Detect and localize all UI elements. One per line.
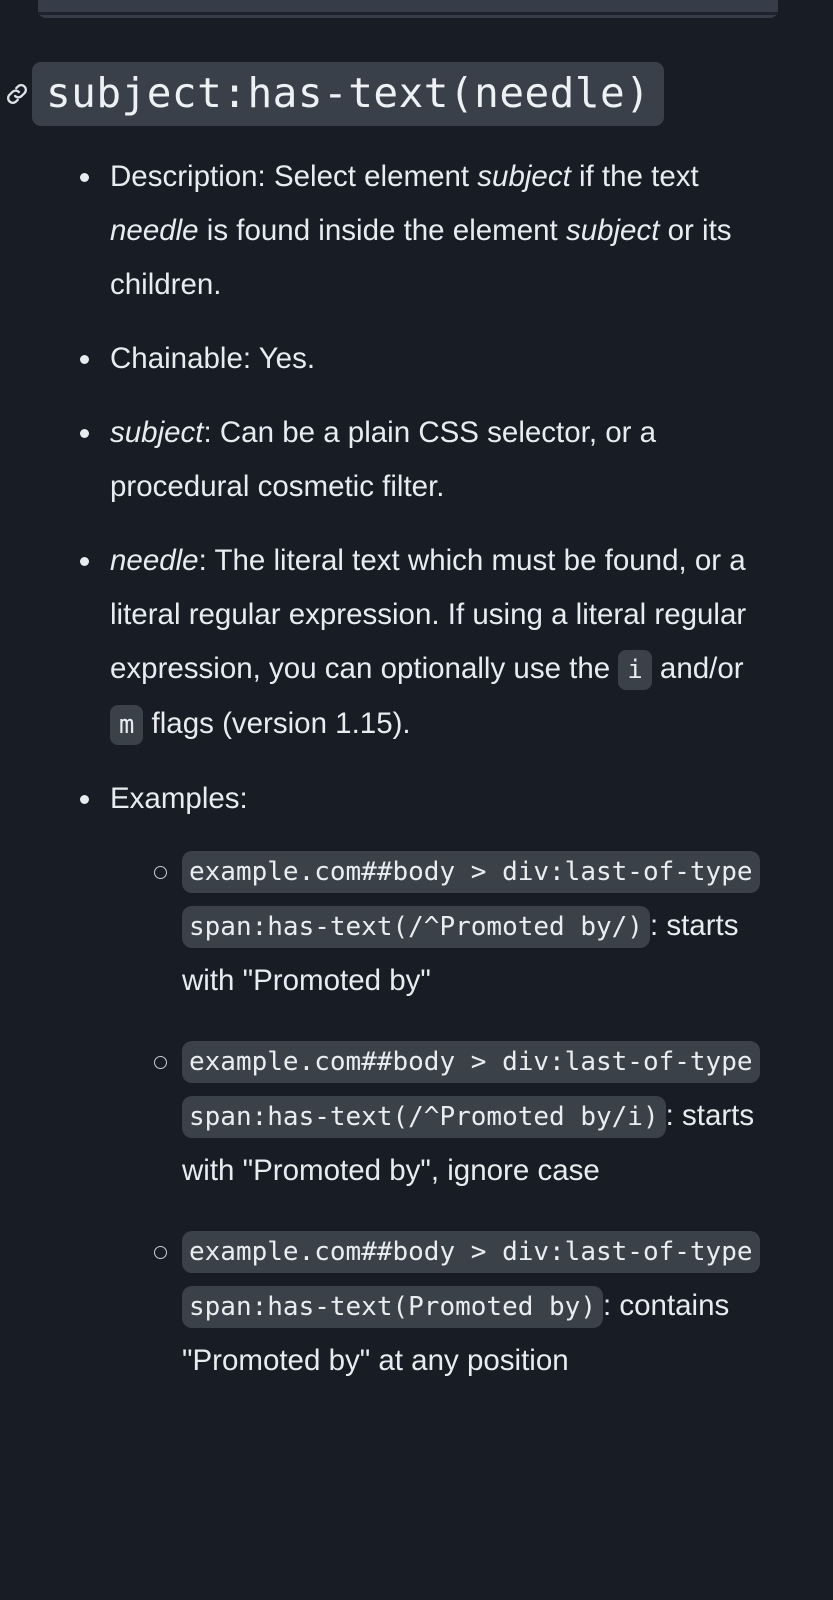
heading-code-title: subject:has-text(needle) — [32, 62, 665, 127]
code-block-edge — [38, 12, 778, 15]
needle-text-2: and/or — [651, 652, 744, 685]
description-em-subject-1: subject — [477, 160, 571, 193]
needle-em: needle — [110, 544, 199, 577]
subject-em: subject — [110, 416, 204, 449]
list-item-subject: subject: Can be a plain CSS selector, or… — [0, 406, 833, 514]
flag-m-code: m — [110, 705, 144, 745]
example-item-3: example.com##body > div:last-of-type spa… — [110, 1224, 773, 1388]
example-item-1: example.com##body > div:last-of-type spa… — [110, 844, 773, 1008]
chainable-label: Chainable: — [110, 342, 252, 375]
documentation-body: Description: Select element subject if t… — [0, 150, 833, 1388]
description-text-1: Select element — [265, 160, 478, 193]
examples-list: example.com##body > div:last-of-type spa… — [110, 844, 773, 1388]
examples-label: Examples: — [110, 782, 248, 815]
property-list: Description: Select element subject if t… — [0, 150, 833, 1388]
list-item-description: Description: Select element subject if t… — [0, 150, 833, 312]
page-title: subject:has-text(needle) — [0, 62, 833, 127]
link-icon[interactable] — [2, 77, 32, 111]
needle-text-3: flags (version 1.15). — [143, 707, 411, 740]
truncated-code-block — [38, 0, 778, 22]
description-em-needle: needle — [110, 214, 199, 247]
chainable-value: Yes. — [251, 342, 316, 375]
list-item-needle: needle: The literal text which must be f… — [0, 534, 833, 752]
code-block-fragment — [38, 0, 778, 18]
description-em-subject-2: subject — [565, 214, 660, 247]
list-item-chainable: Chainable: Yes. — [0, 332, 833, 386]
description-text-2: if the text — [570, 160, 699, 193]
example-item-2: example.com##body > div:last-of-type spa… — [110, 1034, 773, 1198]
documentation-page: subject:has-text(needle) Description: Se… — [0, 0, 833, 1600]
description-text-3: is found inside the element — [198, 214, 566, 247]
list-item-examples: Examples: example.com##body > div:last-o… — [0, 772, 833, 1388]
flag-i-code: i — [618, 650, 652, 690]
description-label: Description: — [110, 160, 266, 193]
